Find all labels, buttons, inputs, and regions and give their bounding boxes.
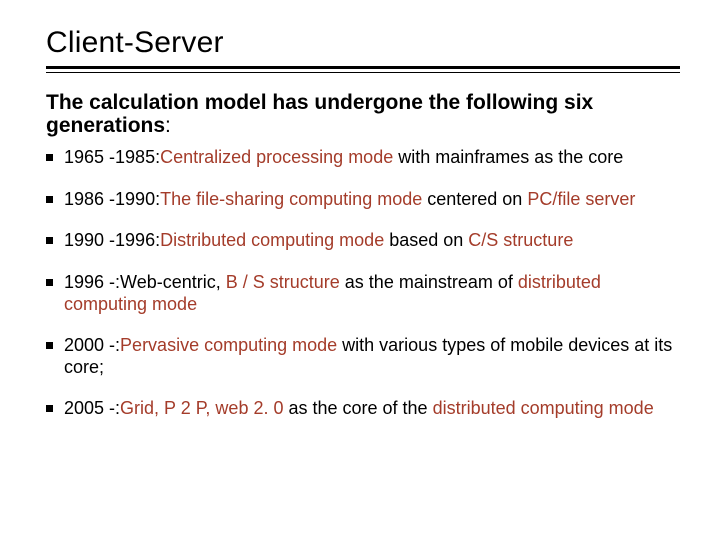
- intro-main: The calculation model has undergone the …: [46, 91, 593, 137]
- item-hl: Centralized processing mode: [160, 147, 393, 167]
- item-range: 2005 -:: [64, 398, 120, 418]
- item-hl: PC/file server: [527, 189, 635, 209]
- item-hl: Grid, P 2 P, web 2. 0: [120, 398, 283, 418]
- list-item: 1986 -1990:The file-sharing computing mo…: [46, 189, 680, 211]
- item-text: centered on: [422, 189, 527, 209]
- item-text: Web-centric,: [120, 272, 226, 292]
- intro-colon: :: [165, 114, 171, 137]
- intro-text: The calculation model has undergone the …: [46, 91, 680, 137]
- item-hl: C/S structure: [468, 230, 573, 250]
- item-hl: B / S structure: [226, 272, 340, 292]
- item-range: 1996 -:: [64, 272, 120, 292]
- generation-list: 1965 -1985:Centralized processing mode w…: [46, 147, 680, 420]
- item-text: as the mainstream of: [340, 272, 518, 292]
- item-text: core: [588, 147, 623, 167]
- list-item: 1965 -1985:Centralized processing mode w…: [46, 147, 680, 169]
- divider-thick: [46, 66, 680, 69]
- list-item: 1990 -1996:Distributed computing mode ba…: [46, 230, 680, 252]
- item-hl: The file-sharing computing mode: [160, 189, 422, 209]
- item-range: 1990 -1996:: [64, 230, 160, 250]
- item-hl: Pervasive computing mode: [120, 335, 337, 355]
- slide: Client-Server The calculation model has …: [0, 0, 720, 540]
- item-text: with mainframes as the: [393, 147, 588, 167]
- item-range: 2000 -:: [64, 335, 120, 355]
- slide-title: Client-Server: [46, 26, 680, 60]
- item-hl: distributed computing mode: [433, 398, 654, 418]
- item-hl: Distributed computing mode: [160, 230, 384, 250]
- divider-thin: [46, 72, 680, 73]
- list-item: 2005 -:Grid, P 2 P, web 2. 0 as the core…: [46, 398, 680, 420]
- item-text: based on: [384, 230, 468, 250]
- item-range: 1965 -1985:: [64, 147, 160, 167]
- item-range: 1986 -1990:: [64, 189, 160, 209]
- list-item: 2000 -:Pervasive computing mode with var…: [46, 335, 680, 378]
- list-item: 1996 -:Web-centric, B / S structure as t…: [46, 272, 680, 315]
- item-text: as the core of the: [283, 398, 432, 418]
